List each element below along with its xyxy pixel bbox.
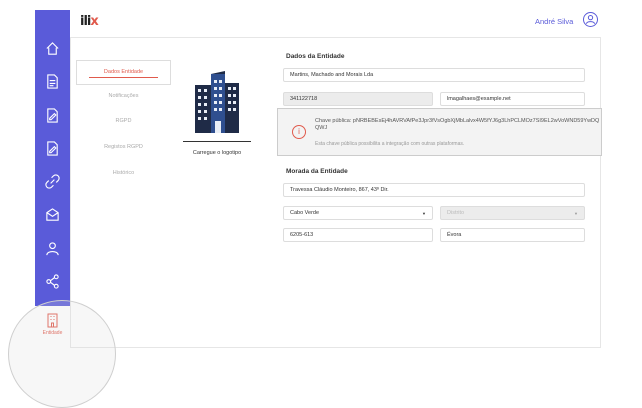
- tab-label: Dados Entidade: [103, 69, 144, 75]
- district-select: Distrito ▼: [440, 206, 585, 220]
- document-icon[interactable]: [44, 73, 61, 90]
- chevron-down-icon: ▼: [422, 211, 426, 216]
- highlight-spotlight: [8, 300, 116, 408]
- entity-logo-placeholder[interactable]: [191, 68, 241, 133]
- mail-icon[interactable]: [44, 206, 61, 223]
- country-select[interactable]: Cabo Verde ▼: [283, 206, 433, 220]
- tab-historico[interactable]: Histórico: [76, 170, 171, 176]
- country-value: Cabo Verde: [290, 210, 320, 216]
- upload-logo-link[interactable]: Carregue o logotipo: [183, 141, 251, 156]
- street-field[interactable]: Travessa Cláudio Monteiro, 867, 43º Dir.: [283, 183, 585, 197]
- link-icon[interactable]: [44, 173, 61, 190]
- email-field[interactable]: lmagalhaes@example.net: [440, 92, 585, 106]
- public-key-text: Chave pública: pNRBEBEsEj4hAVRVAfPe3Jpr3…: [315, 118, 600, 131]
- city-field[interactable]: Évora: [440, 228, 585, 242]
- app-logo: ilix: [80, 14, 99, 29]
- edit-document-icon-2[interactable]: [44, 140, 61, 157]
- tab-notificacoes[interactable]: Notificações: [76, 93, 171, 99]
- share-icon[interactable]: [44, 273, 61, 290]
- user-avatar-icon[interactable]: [583, 12, 598, 27]
- tab-dados-entidade[interactable]: Dados Entidade: [76, 60, 171, 85]
- user-icon[interactable]: [44, 240, 61, 257]
- chevron-down-icon: ▼: [574, 211, 578, 216]
- info-icon: i: [292, 125, 306, 139]
- tab-active-underline: [89, 77, 158, 78]
- home-icon[interactable]: [44, 40, 61, 57]
- postal-code-field[interactable]: 6205-613: [283, 228, 433, 242]
- section-title-entity: Dados da Entidade: [286, 53, 345, 60]
- nif-field: 341122718: [283, 92, 433, 106]
- public-key-notice: i Chave pública: pNRBEBEsEj4hAVRVAfPe3Jp…: [277, 108, 602, 156]
- tab-registos-rgpd[interactable]: Registos RGPD: [76, 144, 171, 150]
- public-key-hint: Esta chave pública possibilita a integra…: [315, 141, 465, 147]
- entity-name-field[interactable]: Martins, Machado and Morais Lda: [283, 68, 585, 82]
- edit-document-icon[interactable]: [44, 107, 61, 124]
- section-title-address: Morada da Entidade: [286, 168, 348, 175]
- tab-rgpd[interactable]: RGPD: [76, 118, 171, 124]
- entity-card: Dados Entidade Notificações RGPD Registo…: [70, 37, 602, 348]
- sidebar: Entidade: [35, 10, 70, 348]
- user-name[interactable]: André Silva: [535, 17, 573, 26]
- district-placeholder: Distrito: [447, 210, 465, 216]
